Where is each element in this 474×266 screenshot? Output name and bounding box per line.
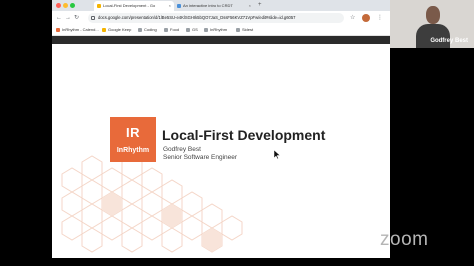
back-icon[interactable]: ← (56, 14, 62, 22)
slide-title: Local-First Development (162, 127, 326, 143)
bottom-strip (52, 258, 390, 266)
close-window-icon[interactable] (56, 3, 61, 8)
menu-icon[interactable]: ⋮ (377, 14, 383, 22)
bookmark-item[interactable]: Google Keep (102, 25, 131, 35)
bookmark-label: Sidest (242, 27, 254, 32)
bookmark-item[interactable]: Coding (138, 25, 157, 35)
slides-icon (97, 4, 101, 8)
bookmark-label: InRhythm (210, 27, 228, 32)
bookmark-item[interactable]: GS (186, 25, 198, 35)
star-icon[interactable]: ☆ (350, 14, 355, 22)
bookmark-label: Google Keep (108, 27, 132, 32)
page-icon (177, 4, 181, 8)
bookmark-label: GS (192, 27, 198, 32)
tab-label: An interactive intro to CRDT (183, 3, 233, 8)
forward-icon[interactable]: → (65, 14, 71, 22)
avatar[interactable] (362, 14, 370, 22)
maximize-window-icon[interactable] (70, 3, 75, 8)
close-tab-icon[interactable]: × (249, 1, 251, 11)
participant-name: Godfrey Best (430, 38, 468, 44)
logo-initials: IR (126, 125, 140, 140)
presenter-role: Senior Software Engineer (163, 154, 238, 161)
bookmark-icon (102, 28, 106, 32)
folder-icon (164, 28, 168, 32)
tab-crdt-intro[interactable]: An interactive intro to CRDT × (174, 1, 254, 11)
folder-icon (236, 28, 240, 32)
bookmark-item[interactable]: Sidest (236, 25, 253, 35)
lock-icon (91, 16, 95, 20)
bookmark-item[interactable]: InRhythm (204, 25, 227, 35)
inrhythm-logo: IR InRhythm (110, 117, 156, 162)
logo-name: InRhythm (116, 147, 150, 154)
reload-icon[interactable]: ↻ (74, 14, 79, 22)
bookmark-label: Food (170, 27, 180, 32)
presentation-toolbar (52, 36, 390, 44)
zoom-watermark: zoom (380, 229, 429, 250)
minimize-window-icon[interactable] (63, 3, 68, 8)
tab-label: Local-First Development - Go (103, 3, 156, 8)
tab-bar: Local-First Development - Go × An intera… (52, 0, 390, 11)
bookmark-label: InRhythm - Calend... (62, 27, 99, 32)
folder-icon (186, 28, 190, 32)
folder-icon (204, 28, 208, 32)
mouse-cursor-icon (274, 150, 280, 159)
address-bar[interactable]: docs.google.com/presentation/d/1lBe5SU-e… (88, 13, 344, 23)
folder-icon (138, 28, 142, 32)
bookmark-label: Coding (144, 27, 157, 32)
browser-window: Local-First Development - Go × An intera… (52, 0, 390, 266)
navigation-bar: ← → ↻ docs.google.com/presentation/d/1lB… (52, 11, 390, 26)
honeycomb-decoration (61, 155, 243, 253)
new-tab-icon[interactable]: + (258, 1, 262, 10)
participant-head (426, 6, 440, 24)
close-tab-icon[interactable]: × (169, 1, 171, 11)
bookmark-item[interactable]: Food (164, 25, 179, 35)
bookmarks-bar: InRhythm - Calend... Google Keep Coding … (52, 25, 390, 36)
bookmark-icon (56, 28, 60, 32)
tab-local-first-development[interactable]: Local-First Development - Go × (94, 1, 174, 11)
bookmark-item[interactable]: InRhythm - Calend... (56, 25, 99, 35)
slide-canvas: IR InRhythm Local-First Development Godf… (52, 44, 390, 258)
url-text: docs.google.com/presentation/d/1lBe5SU-e… (98, 15, 296, 20)
presenter-name: Godfrey Best (163, 146, 201, 153)
